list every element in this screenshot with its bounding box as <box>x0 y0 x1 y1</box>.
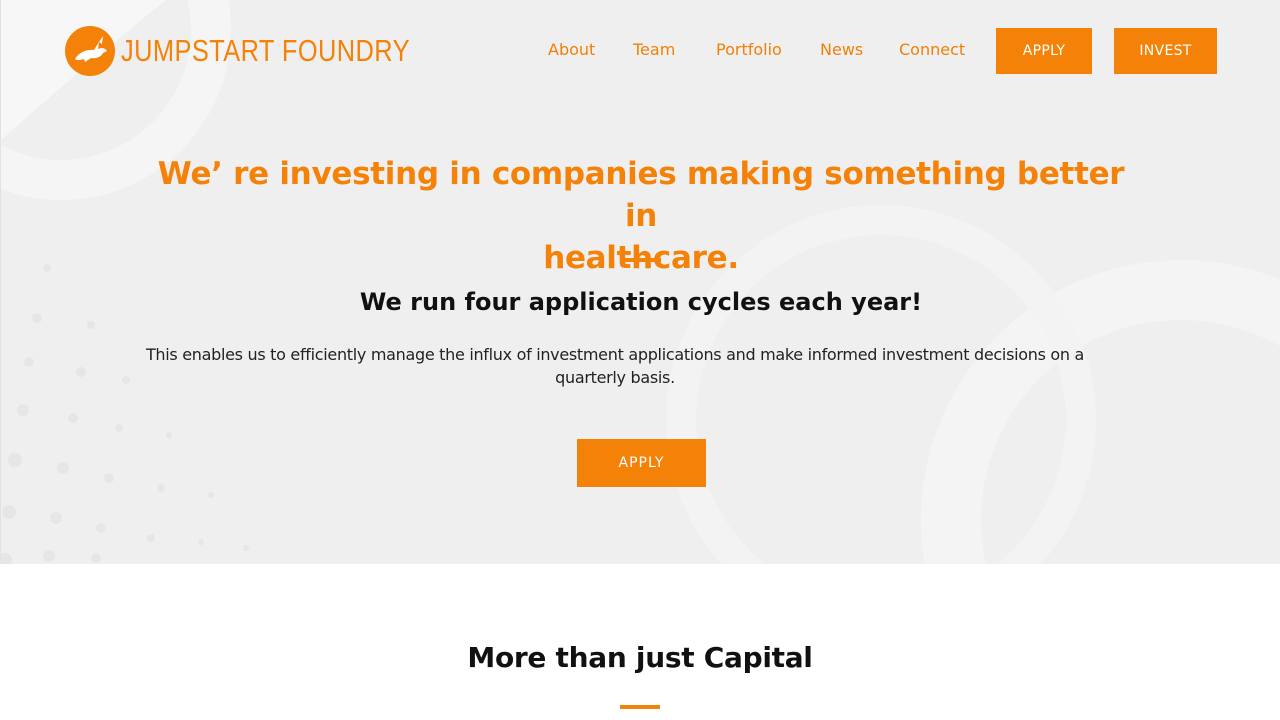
nav-link-news[interactable]: News <box>820 40 863 59</box>
section-divider <box>620 705 660 709</box>
hero-paragraph-line1: This enables us to efficiently manage th… <box>145 345 1085 364</box>
section-title: More than just Capital <box>467 641 813 674</box>
rabbit-icon <box>65 26 115 76</box>
hero-paragraph: This enables us to efficiently manage th… <box>131 343 1099 389</box>
header-apply-button[interactable]: APPLY <box>996 28 1092 74</box>
nav-link-portfolio[interactable]: Portfolio <box>716 40 782 59</box>
nav-link-connect[interactable]: Connect <box>899 40 965 59</box>
hero-headline-line1: We’ re investing in companies making som… <box>157 156 1125 234</box>
hero-divider <box>621 258 661 262</box>
hero-apply-button[interactable]: APPLY <box>577 439 706 487</box>
nav-link-team[interactable]: Team <box>633 40 675 59</box>
brand-wordmark: JUMPSTART FOUNDRY <box>121 33 410 68</box>
header-invest-button[interactable]: INVEST <box>1114 28 1217 74</box>
hero-subheading: We run four application cycles each year… <box>359 288 923 316</box>
hero-section: JUMPSTART FOUNDRY About Team Portfolio N… <box>0 0 1280 564</box>
brand-logo[interactable]: JUMPSTART FOUNDRY <box>65 26 473 76</box>
nav-link-about[interactable]: About <box>548 40 595 59</box>
hero-paragraph-line2: quarterly basis. <box>555 368 675 387</box>
site-header: JUMPSTART FOUNDRY About Team Portfolio N… <box>1 0 1280 100</box>
